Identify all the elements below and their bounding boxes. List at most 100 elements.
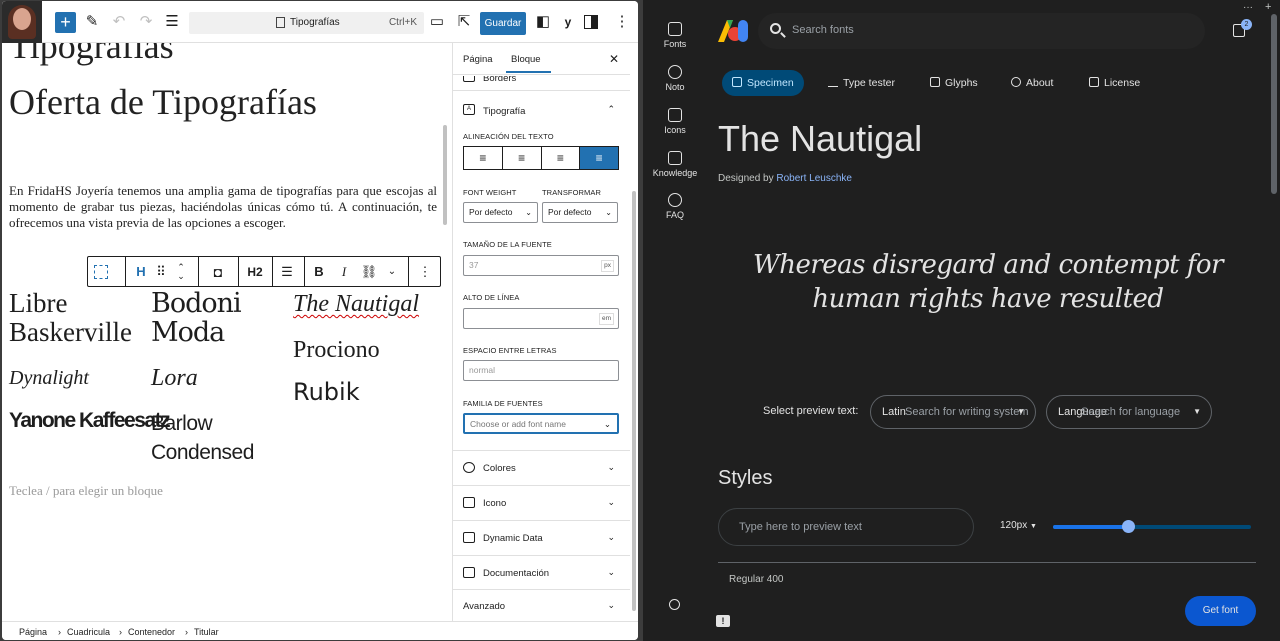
close-sidebar-icon[interactable]: ✕ bbox=[609, 52, 619, 66]
undo-icon[interactable]: ↶ bbox=[109, 12, 129, 32]
command-palette-bar[interactable]: Tipografías Ctrl+K bbox=[189, 12, 424, 34]
preview-text-input[interactable]: Type here to preview text bbox=[718, 508, 974, 546]
font-sample-prociono[interactable]: Prociono bbox=[293, 335, 380, 365]
transform-select[interactable]: Por defecto ⌄ bbox=[542, 202, 618, 223]
pencil-icon[interactable]: ✎ bbox=[82, 12, 102, 32]
chevron-up-icon: ⌃ bbox=[607, 104, 615, 114]
block-toolbar: H ⠿ ⌃ ⌄ ◘ H2 ☰ B I ⛓ ⌄ ⋮ bbox=[87, 256, 441, 287]
list-view-icon[interactable]: ☰ bbox=[162, 12, 182, 32]
intro-paragraph[interactable]: En FridaHS Joyería tenemos una amplia ga… bbox=[9, 183, 437, 231]
panel-documentation[interactable]: Documentación ⌄ bbox=[453, 556, 630, 590]
tab-about[interactable]: About bbox=[1011, 70, 1053, 96]
more-formatting-chevron-icon[interactable]: ⌄ bbox=[383, 263, 401, 281]
heading-partial[interactable]: Tipografías bbox=[9, 43, 174, 67]
breadcrumb-item[interactable]: Titular bbox=[194, 627, 219, 637]
line-height-unit[interactable]: em bbox=[598, 313, 614, 325]
feedback-icon[interactable]: ! bbox=[716, 615, 730, 627]
panel-icon[interactable]: Icono ⌄ bbox=[453, 486, 630, 521]
select-parent-icon[interactable] bbox=[94, 265, 108, 279]
font-family-combobox[interactable]: Choose or add font name ⌄ bbox=[463, 413, 619, 434]
desktop-preview-icon[interactable]: ▭ bbox=[427, 12, 447, 32]
tab-block[interactable]: Bloque bbox=[506, 54, 551, 73]
size-slider[interactable] bbox=[1053, 520, 1251, 533]
font-sample-rubik[interactable]: Rubik bbox=[293, 377, 360, 407]
panel-colors[interactable]: Colores ⌄ bbox=[453, 451, 630, 486]
panel-borders[interactable]: Borders bbox=[453, 76, 630, 91]
tab-page[interactable]: Página bbox=[463, 54, 493, 65]
font-sample-dynalight[interactable]: Dynalight bbox=[9, 363, 89, 393]
tab-license[interactable]: License bbox=[1089, 70, 1140, 96]
block-options-icon[interactable]: ⋮ bbox=[416, 263, 434, 281]
font-sample-libre-baskerville[interactable]: Libre Baskerville bbox=[9, 289, 149, 347]
align-right-button[interactable]: ≡ bbox=[542, 147, 581, 169]
get-font-button[interactable]: Get font bbox=[1185, 596, 1256, 626]
wordpress-editor-window: + ✎ ↶ ↷ ☰ Tipografías Ctrl+K ▭ ⇱ Guardar… bbox=[2, 1, 638, 640]
block-placeholder-hint[interactable]: Teclea / para elegir un bloque bbox=[9, 483, 163, 499]
heading-block-icon[interactable]: H bbox=[132, 263, 150, 281]
breadcrumb-item[interactable]: Cuadricula bbox=[67, 627, 110, 637]
font-sample-the-nautigal[interactable]: The Nautigal bbox=[293, 289, 419, 319]
tab-type-tester[interactable]: Type tester bbox=[828, 70, 895, 96]
type-tester-icon bbox=[828, 77, 838, 87]
font-sample-bodoni-moda[interactable]: Bodoni Moda bbox=[151, 289, 261, 347]
rail-item-icons[interactable]: Icons bbox=[643, 108, 707, 135]
save-button[interactable]: Guardar bbox=[480, 12, 526, 35]
search-placeholder: Search fonts bbox=[792, 24, 854, 36]
panel-dynamic-data[interactable]: Dynamic Data ⌄ bbox=[453, 521, 630, 556]
options-menu-icon[interactable]: ⋮ bbox=[612, 12, 632, 32]
align-left-button[interactable]: ≡ bbox=[464, 147, 503, 169]
bold-icon[interactable]: B bbox=[310, 263, 328, 281]
rail-item-noto[interactable]: Noto bbox=[643, 65, 707, 92]
font-sample-barlow-condensed[interactable]: Barlow Condensed bbox=[151, 409, 261, 467]
language-select[interactable]: Language Search for language ▼ bbox=[1046, 395, 1212, 429]
font-size-unit[interactable]: px bbox=[601, 260, 614, 272]
breadcrumb-item[interactable]: Página bbox=[19, 627, 47, 637]
external-view-icon[interactable]: ⇱ bbox=[454, 12, 474, 32]
rail-item-fonts[interactable]: Fonts bbox=[643, 22, 707, 49]
sidebar-scrollbar[interactable] bbox=[630, 43, 638, 621]
align-center-button[interactable]: ≡ bbox=[503, 147, 542, 169]
size-slider-handle[interactable] bbox=[1122, 520, 1136, 533]
drag-handle-icon[interactable]: ⠿ bbox=[152, 263, 170, 281]
breadcrumb-item[interactable]: Contenedor bbox=[128, 627, 175, 637]
google-fonts-logo[interactable] bbox=[718, 20, 748, 42]
specimen-preview-text[interactable]: Whereas disregard and contempt for human… bbox=[733, 248, 1243, 316]
font-sample-lora[interactable]: Lora bbox=[151, 363, 198, 393]
line-height-input[interactable]: em bbox=[463, 308, 619, 329]
align-icon[interactable]: ☰ bbox=[278, 263, 296, 281]
window-menu-icon[interactable]: ··· bbox=[1243, 2, 1253, 13]
canvas-scrollbar[interactable] bbox=[442, 45, 448, 620]
font-sample-yanone-kaffeesatz[interactable]: Yanone Kaffeesatz bbox=[9, 406, 171, 436]
italic-icon[interactable]: I bbox=[335, 263, 353, 281]
heading-offer[interactable]: Oferta de Tipografías bbox=[9, 81, 317, 123]
rail-item-faq[interactable]: FAQ bbox=[643, 193, 707, 220]
letter-spacing-input[interactable]: normal bbox=[463, 360, 619, 381]
redo-icon[interactable]: ↷ bbox=[136, 12, 156, 32]
heading-level-button[interactable]: H2 bbox=[245, 263, 265, 281]
tab-specimen[interactable]: Specimen bbox=[722, 70, 804, 96]
panel-typography-header[interactable]: A Tipografía ⌃ bbox=[453, 91, 630, 135]
add-block-button[interactable]: + bbox=[55, 12, 76, 33]
rail-label: Icons bbox=[664, 125, 686, 135]
search-fonts-input[interactable]: Search fonts bbox=[758, 13, 1205, 49]
yoast-icon[interactable]: y bbox=[558, 12, 578, 32]
panel-advanced[interactable]: Avanzado ⌄ bbox=[453, 590, 630, 621]
theme-toggle-icon[interactable] bbox=[669, 599, 680, 610]
rail-item-knowledge[interactable]: Knowledge bbox=[643, 151, 707, 178]
settings-sidebar-icon[interactable] bbox=[584, 15, 598, 29]
font-size-input[interactable]: 37 px bbox=[463, 255, 619, 276]
writing-system-select[interactable]: Latin Search for writing system ▼ bbox=[870, 395, 1036, 429]
site-avatar[interactable] bbox=[2, 1, 42, 43]
tab-glyphs[interactable]: Glyphs bbox=[930, 70, 978, 96]
page-scrollbar[interactable] bbox=[1271, 14, 1277, 194]
new-tab-icon[interactable]: + bbox=[1265, 1, 1271, 13]
block-settings-sidebar: Página Bloque ✕ Borders A Tipografía ⌃ A… bbox=[452, 43, 630, 621]
block-transform-icon[interactable]: ◘ bbox=[209, 263, 227, 281]
move-up-down-icon[interactable]: ⌃ ⌄ bbox=[172, 263, 190, 281]
plugin-icon[interactable]: ◧ bbox=[533, 12, 553, 32]
link-icon[interactable]: ⛓ bbox=[360, 263, 378, 281]
font-weight-select[interactable]: Por defecto ⌄ bbox=[463, 202, 538, 223]
size-select[interactable]: 120px ▼ bbox=[1000, 520, 1037, 531]
designer-link[interactable]: Robert Leuschke bbox=[776, 173, 852, 184]
align-justify-button[interactable]: ≡ bbox=[580, 147, 618, 169]
